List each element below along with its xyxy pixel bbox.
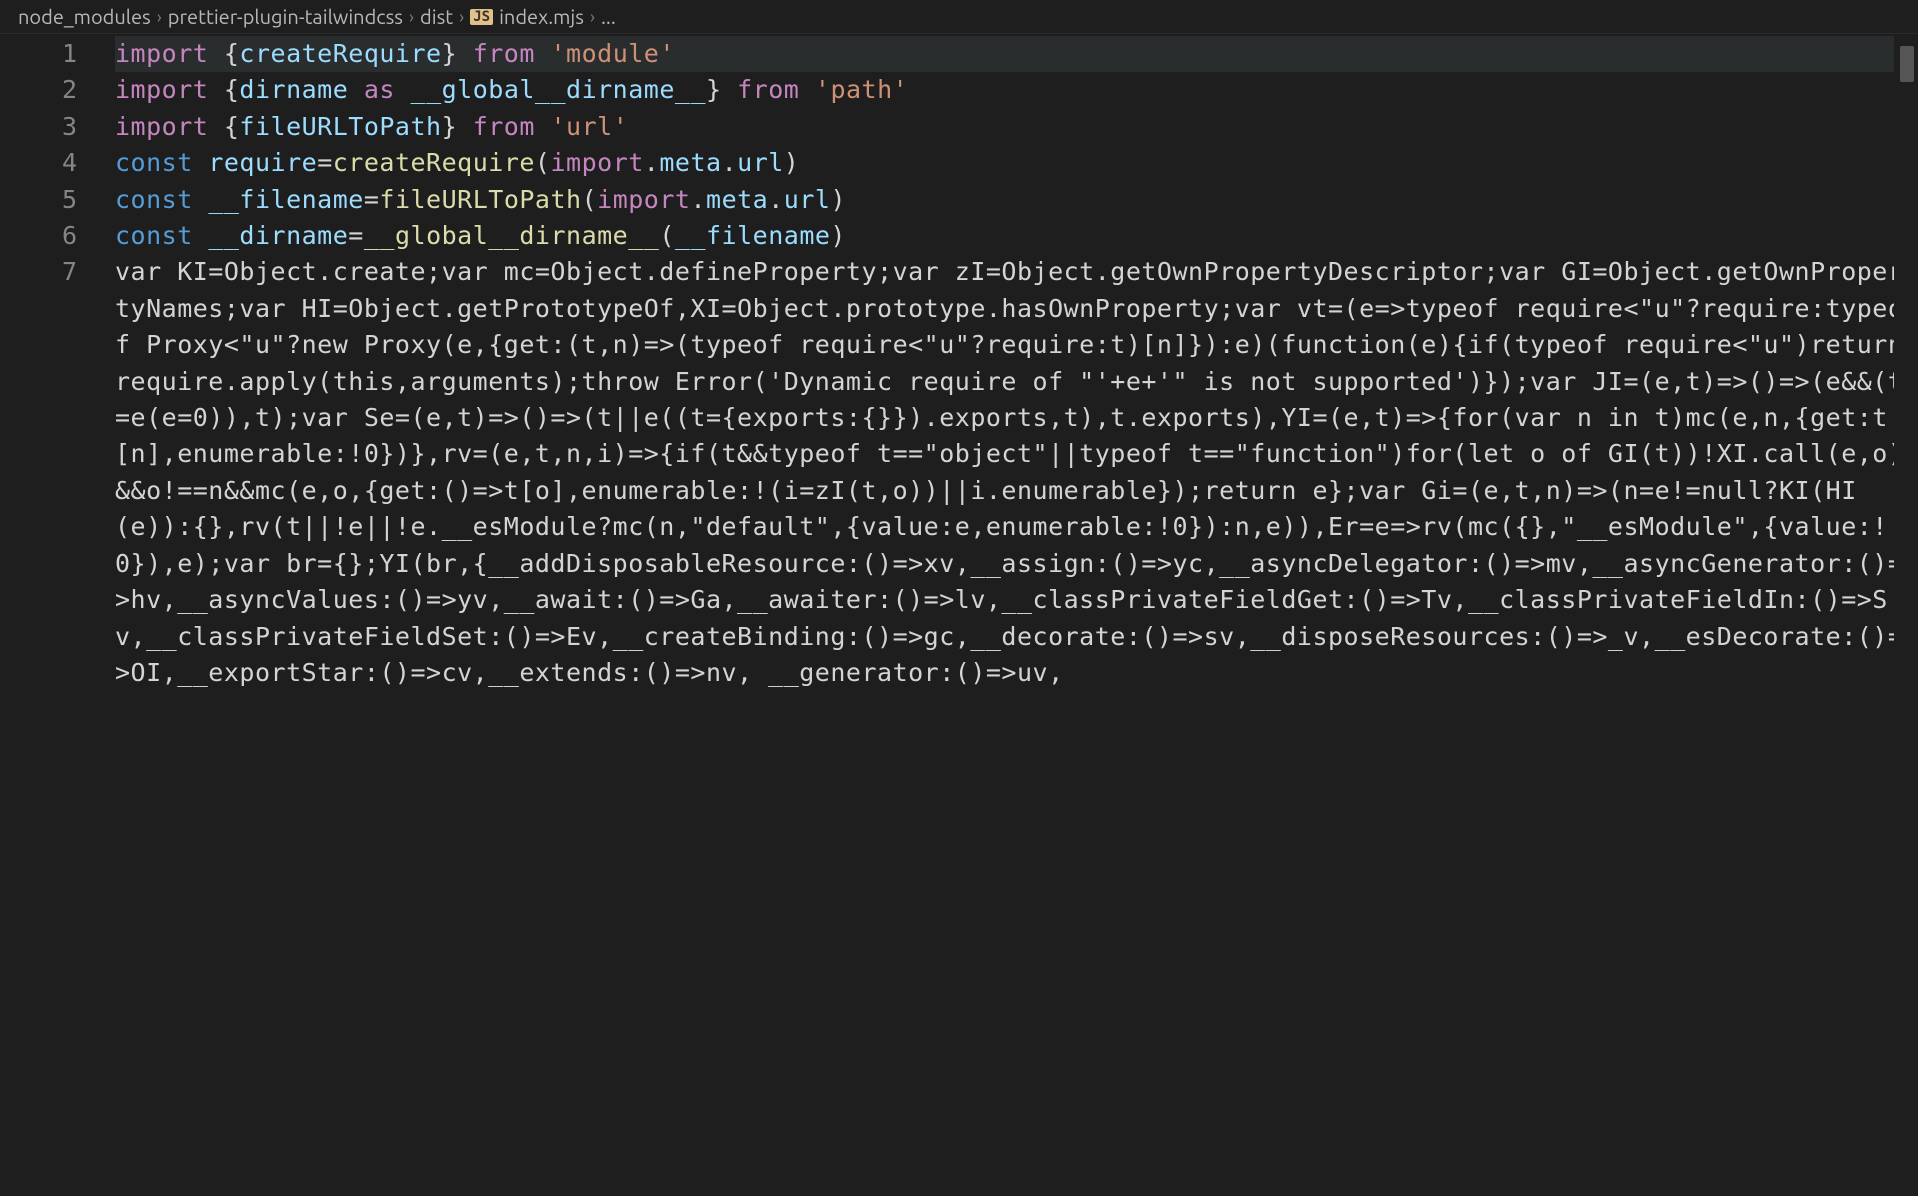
code-token: from: [473, 112, 535, 141]
code-token: [193, 185, 209, 214]
code-token: import: [597, 185, 690, 214]
js-file-icon: JS: [470, 9, 493, 25]
code-token: ): [830, 185, 846, 214]
breadcrumb-item[interactable]: prettier-plugin-tailwindcss: [168, 5, 403, 28]
code-line[interactable]: const require=createRequire(import.meta.…: [115, 145, 1918, 181]
code-token: .: [768, 185, 784, 214]
code-token: const: [115, 185, 193, 214]
code-token: createRequire: [239, 39, 441, 68]
code-token: ): [784, 148, 800, 177]
code-token: .: [644, 148, 660, 177]
code-token: [395, 75, 411, 104]
code-token: __filename: [208, 185, 364, 214]
code-token: var KI=Object.create;var mc=Object.defin…: [115, 257, 1918, 686]
code-token: .: [722, 148, 738, 177]
code-token: [535, 39, 551, 68]
code-token: }: [706, 75, 737, 104]
code-token: url: [737, 148, 784, 177]
code-token: {: [208, 39, 239, 68]
code-token: {: [208, 75, 239, 104]
code-token: [535, 112, 551, 141]
chevron-right-icon: ›: [459, 7, 464, 27]
code-line[interactable]: const __filename=fileURLToPath(import.me…: [115, 182, 1918, 218]
code-token: [799, 75, 815, 104]
code-line[interactable]: const __dirname=__global__dirname__(__fi…: [115, 218, 1918, 254]
breadcrumb-item[interactable]: ...: [601, 5, 616, 28]
code-token: __dirname: [208, 221, 348, 250]
code-token: =: [317, 148, 333, 177]
code-token: [348, 75, 364, 104]
code-area[interactable]: import {createRequire} from 'module'impo…: [115, 34, 1918, 1196]
chevron-right-icon: ›: [157, 7, 162, 27]
code-token: 'url': [550, 112, 628, 141]
minimap[interactable]: [1894, 34, 1918, 1196]
code-token: dirname: [239, 75, 348, 104]
line-number: 5: [0, 182, 115, 218]
line-number: 7: [0, 254, 115, 290]
editor[interactable]: 1 2 3 4 5 6 7 import {createRequire} fro…: [0, 34, 1918, 1196]
code-token: (: [659, 221, 675, 250]
breadcrumb-item[interactable]: index.mjs: [499, 5, 584, 28]
code-token: .: [690, 185, 706, 214]
code-token: (: [535, 148, 551, 177]
code-token: 'module': [550, 39, 674, 68]
breadcrumb-item[interactable]: node_modules: [18, 5, 151, 28]
minimap-thumb[interactable]: [1900, 46, 1914, 82]
line-number: 3: [0, 109, 115, 145]
line-number: 4: [0, 145, 115, 181]
code-token: [193, 148, 209, 177]
code-token: url: [784, 185, 831, 214]
code-token: (: [582, 185, 598, 214]
line-number-gutter: 1 2 3 4 5 6 7: [0, 34, 115, 1196]
code-token: import: [115, 39, 208, 68]
code-line[interactable]: import {fileURLToPath} from 'url': [115, 109, 1918, 145]
code-token: [193, 221, 209, 250]
code-token: import: [550, 148, 643, 177]
line-number: 2: [0, 72, 115, 108]
code-token: }: [442, 112, 473, 141]
code-token: }: [442, 39, 473, 68]
code-token: require: [208, 148, 317, 177]
code-token: import: [115, 112, 208, 141]
code-line[interactable]: var KI=Object.create;var mc=Object.defin…: [115, 254, 1918, 691]
code-token: =: [348, 221, 364, 250]
line-number: 6: [0, 218, 115, 254]
code-line[interactable]: import {createRequire} from 'module': [115, 36, 1918, 72]
code-token: {: [208, 112, 239, 141]
code-token: createRequire: [333, 148, 535, 177]
code-token: const: [115, 148, 193, 177]
code-token: from: [473, 39, 535, 68]
code-token: __global__dirname__: [364, 221, 659, 250]
code-token: =: [364, 185, 380, 214]
code-token: meta: [659, 148, 721, 177]
code-token: meta: [706, 185, 768, 214]
code-token: 'path': [815, 75, 908, 104]
code-token: const: [115, 221, 193, 250]
code-token: from: [737, 75, 799, 104]
chevron-right-icon: ›: [409, 7, 414, 27]
breadcrumb[interactable]: node_modules › prettier-plugin-tailwindc…: [0, 0, 1918, 34]
chevron-right-icon: ›: [590, 7, 595, 27]
code-token: fileURLToPath: [379, 185, 581, 214]
code-token: fileURLToPath: [239, 112, 441, 141]
breadcrumb-item[interactable]: dist: [420, 5, 453, 28]
code-token: as: [364, 75, 395, 104]
code-token: ): [830, 221, 846, 250]
code-line[interactable]: import {dirname as __global__dirname__} …: [115, 72, 1918, 108]
line-number: 1: [0, 36, 115, 72]
code-token: import: [115, 75, 208, 104]
code-token: __global__dirname__: [411, 75, 706, 104]
code-token: __filename: [675, 221, 831, 250]
